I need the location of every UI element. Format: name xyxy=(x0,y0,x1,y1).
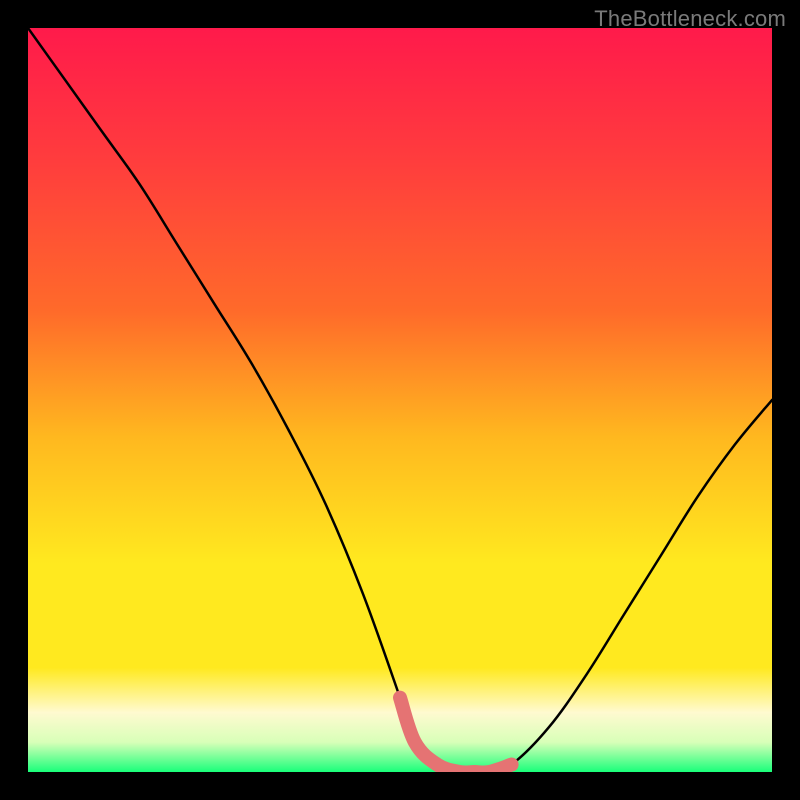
watermark-text: TheBottleneck.com xyxy=(594,6,786,32)
chart-svg xyxy=(28,28,772,772)
bottleneck-plot xyxy=(28,28,772,772)
chart-frame: TheBottleneck.com xyxy=(0,0,800,800)
chart-background xyxy=(28,28,772,772)
